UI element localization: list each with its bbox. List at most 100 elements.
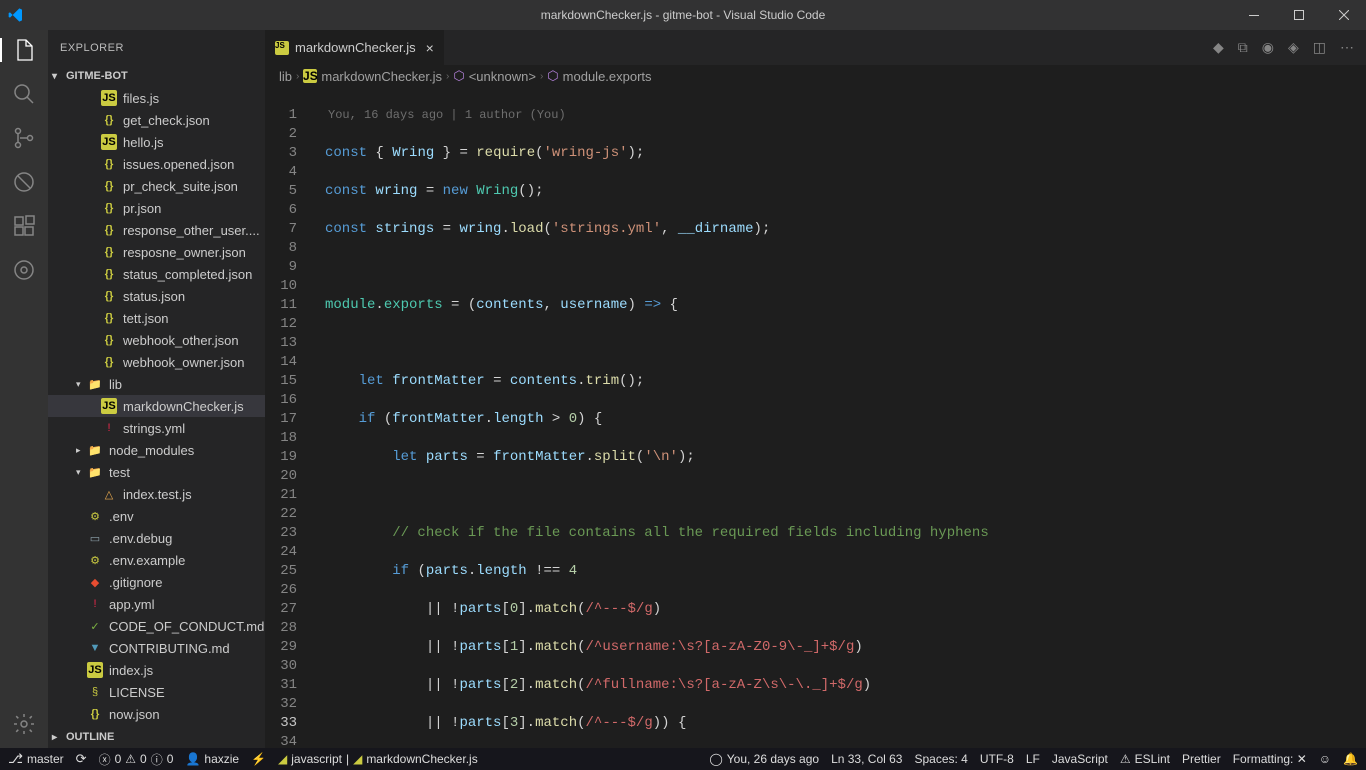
explorer-sidebar: EXPLORER ▾ GITME-BOT JSfiles.js{}get_che… [48,30,265,748]
editor-tabs: JS markdownChecker.js × ◆ ⧉ ◉ ◈ ◫ ⋯ [265,30,1366,65]
code-content[interactable]: You, 16 days ago | 1 author (You) const … [315,87,1351,748]
bell-icon[interactable]: 🔔 [1343,752,1358,766]
tree-item-strings-yml[interactable]: !strings.yml [48,417,265,439]
eslint-status[interactable]: ⚠ESLint [1120,752,1170,766]
tree-item-pr-check-suite-json[interactable]: {}pr_check_suite.json [48,175,265,197]
search-icon[interactable] [12,82,36,106]
warning-icon: ⚠ [1120,752,1131,766]
tree-item-status-completed-json[interactable]: {}status_completed.json [48,263,265,285]
project-name: GITME-BOT [66,70,128,82]
tree-item-pr-json[interactable]: {}pr.json [48,197,265,219]
tree-item-code-of-conduct-md[interactable]: ✓CODE_OF_CONDUCT.md [48,615,265,637]
tree-item-lib[interactable]: ▾📁lib [48,373,265,395]
tree-item-tett-json[interactable]: {}tett.json [48,307,265,329]
split-editor-icon[interactable]: ◫ [1313,39,1326,56]
js-file-icon: JS [275,41,289,55]
warning-icon: ⚠ [125,752,136,766]
problems[interactable]: ⓧ0 ⚠0 ⓘ0 [99,751,174,768]
git-branch[interactable]: ⎇master [8,751,64,767]
tree-item-contributing-md[interactable]: ▼CONTRIBUTING.md [48,637,265,659]
tree-item--env[interactable]: ⚙.env [48,505,265,527]
outline-section-header[interactable]: ▸ OUTLINE [48,726,265,748]
sync-icon: ⟳ [76,751,87,767]
js-icon: ◢ [353,752,362,766]
project-section-header[interactable]: ▾ GITME-BOT [48,65,265,87]
cube-icon: ⬡ [453,68,464,84]
tree-item-now-json[interactable]: {}now.json [48,703,265,725]
tree-item-webhook-owner-json[interactable]: {}webhook_owner.json [48,351,265,373]
breadcrumb-item[interactable]: lib [279,69,292,84]
gitlens-status[interactable]: ◯You, 26 days ago [709,752,819,766]
tab-markdownchecker[interactable]: JS markdownChecker.js × [265,30,444,65]
tree-item-files-js[interactable]: JSfiles.js [48,87,265,109]
tree-item-index-test-js[interactable]: △index.test.js [48,483,265,505]
breadcrumb-item[interactable]: <unknown> [469,69,536,84]
file-tree: JSfiles.js{}get_check.jsonJShello.js{}is… [48,87,265,726]
tree-item-hello-js[interactable]: JShello.js [48,131,265,153]
minimap[interactable] [1351,87,1366,748]
language-mode[interactable]: JavaScript [1052,752,1108,766]
source-control-icon[interactable] [12,126,36,150]
debug-icon[interactable] [12,170,36,194]
tree-item-status-json[interactable]: {}status.json [48,285,265,307]
chevron-right-icon: ▸ [52,732,64,743]
titlebar: markdownChecker.js - gitme-bot - Visual … [0,0,1366,30]
extensions-icon[interactable] [12,214,36,238]
prettier-status[interactable]: Prettier [1182,752,1221,766]
tree-item-node-modules[interactable]: ▸📁node_modules [48,439,265,461]
tree-item-issues-opened-json[interactable]: {}issues.opened.json [48,153,265,175]
cube-icon: ⬡ [547,68,558,84]
power-icon[interactable]: ⚡ [251,752,266,766]
tree-item-index-js[interactable]: JSindex.js [48,659,265,681]
minimize-button[interactable] [1231,0,1276,30]
breadcrumb-item[interactable]: module.exports [563,69,652,84]
tree-item-license[interactable]: §LICENSE [48,681,265,703]
tab-label: markdownChecker.js [295,40,416,55]
encoding[interactable]: UTF-8 [980,752,1014,766]
editor-actions: ◆ ⧉ ◉ ◈ ◫ ⋯ [1213,39,1366,56]
tree-item-webhook-other-json[interactable]: {}webhook_other.json [48,329,265,351]
action-icon-1[interactable]: ◆ [1213,39,1224,56]
close-button[interactable] [1321,0,1366,30]
close-tab-icon[interactable]: × [426,40,434,56]
settings-gear-icon[interactable] [12,712,36,736]
user-icon: 👤 [185,752,200,766]
js-icon: ◢ [278,752,287,766]
sync-button[interactable]: ⟳ [76,751,87,767]
action-icon-3[interactable]: ◉ [1262,39,1274,56]
tree-item-get-check-json[interactable]: {}get_check.json [48,109,265,131]
language-path[interactable]: ◢ javascript | ◢ markdownChecker.js [278,752,478,766]
editor-group: JS markdownChecker.js × ◆ ⧉ ◉ ◈ ◫ ⋯ lib … [265,30,1366,748]
explorer-title: EXPLORER [48,30,265,65]
chevron-right-icon: › [446,71,449,82]
line-numbers: 1234567891011121314151617181920212223242… [265,87,315,748]
cursor-position[interactable]: Ln 33, Col 63 [831,752,902,766]
tree-item-response-other-user----[interactable]: {}response_other_user.... [48,219,265,241]
breadcrumbs[interactable]: lib › JS markdownChecker.js › ⬡ <unknown… [265,65,1366,87]
feedback-icon[interactable]: ☺ [1319,752,1331,766]
vscode-logo-icon [8,7,24,23]
more-actions-icon[interactable]: ⋯ [1340,39,1354,56]
indentation[interactable]: Spaces: 4 [914,752,967,766]
tree-item--env-example[interactable]: ⚙.env.example [48,549,265,571]
tree-item-markdownchecker-js[interactable]: JSmarkdownChecker.js [48,395,265,417]
code-editor[interactable]: 1234567891011121314151617181920212223242… [265,87,1366,748]
tree-item-resposne-owner-json[interactable]: {}resposne_owner.json [48,241,265,263]
activity-bar [0,30,48,748]
action-icon-4[interactable]: ◈ [1288,39,1299,56]
action-icon-2[interactable]: ⧉ [1238,39,1248,56]
circle-icon: ◯ [709,752,722,766]
eol[interactable]: LF [1026,752,1040,766]
explorer-icon[interactable] [0,38,48,62]
liveshare-user[interactable]: 👤haxzie [185,752,239,766]
gitlens-icon[interactable] [12,258,36,282]
gitlens-annotation[interactable]: You, 16 days ago | 1 author (You) [325,106,1351,125]
formatting-status[interactable]: Formatting: ✕ [1233,752,1307,766]
tree-item-test[interactable]: ▾📁test [48,461,265,483]
breadcrumb-item[interactable]: markdownChecker.js [321,69,442,84]
tree-item-app-yml[interactable]: !app.yml [48,593,265,615]
tree-item--env-debug[interactable]: ▭.env.debug [48,527,265,549]
maximize-button[interactable] [1276,0,1321,30]
tree-item--gitignore[interactable]: ◆.gitignore [48,571,265,593]
js-file-icon: JS [303,69,317,83]
